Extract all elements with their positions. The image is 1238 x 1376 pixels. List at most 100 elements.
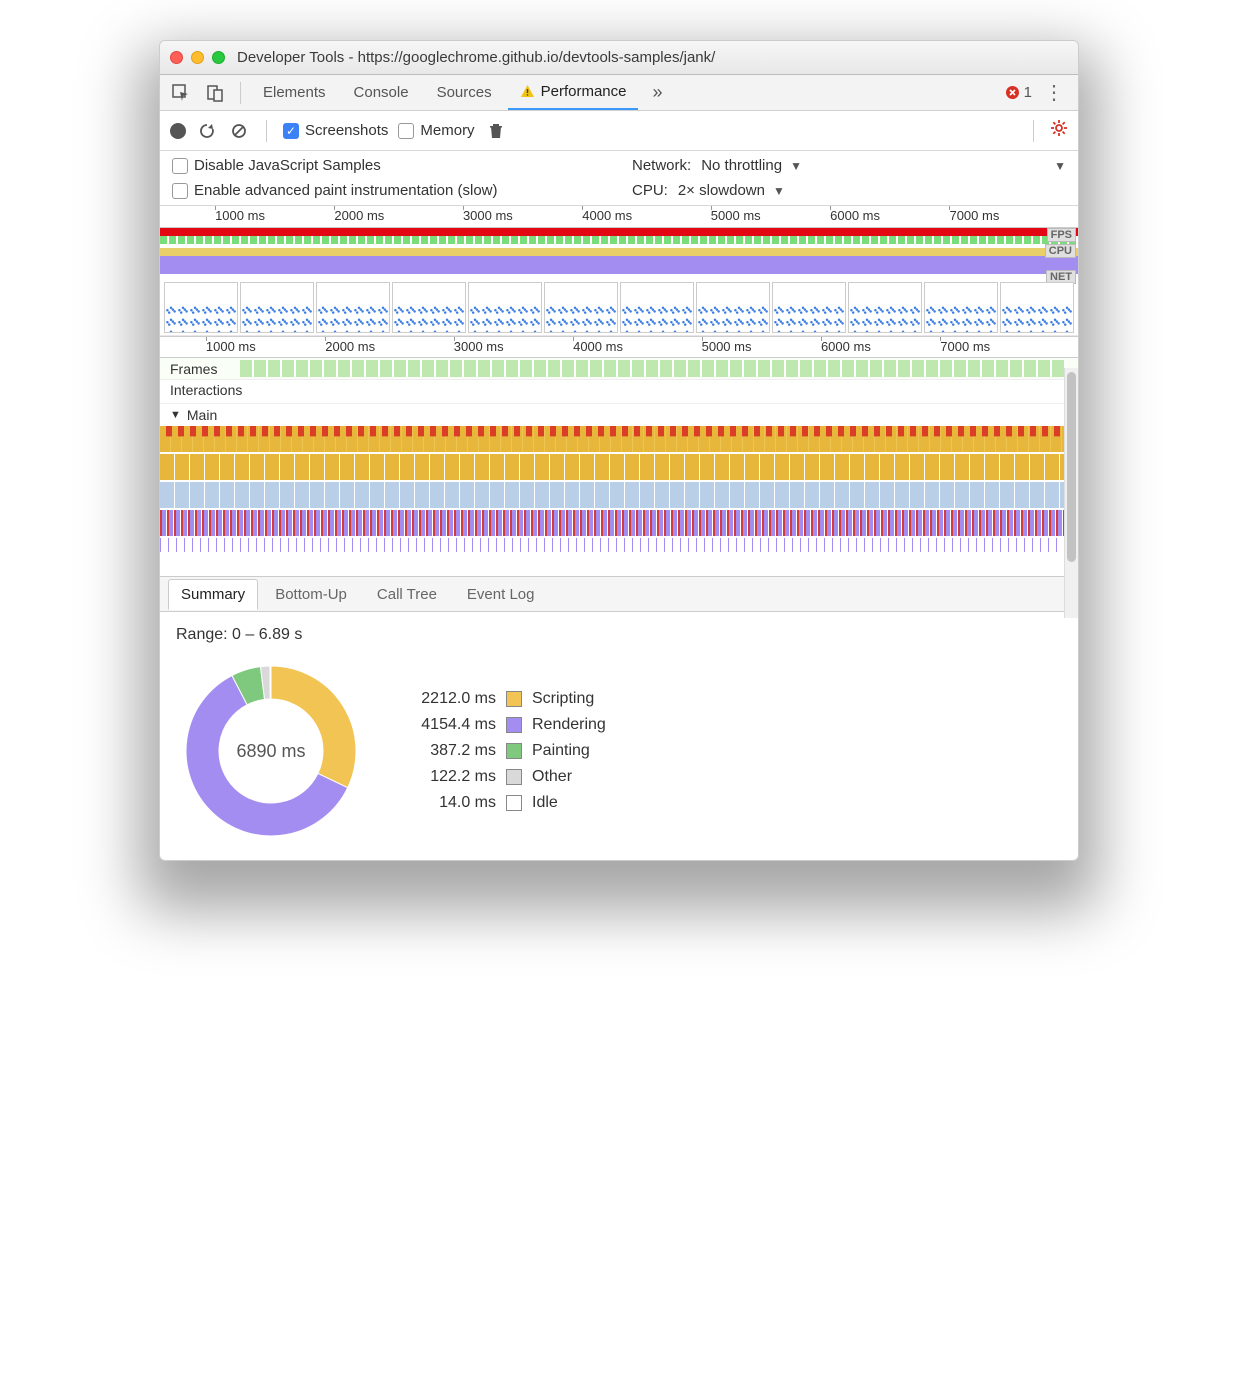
inspect-element-icon[interactable]	[166, 78, 196, 108]
disable-js-label: Disable JavaScript Samples	[194, 157, 381, 174]
frames-section[interactable]: Frames	[160, 358, 1078, 380]
main-label: Main	[187, 407, 217, 423]
cpu-overview-track: CPU	[160, 244, 1078, 274]
legend-swatch	[506, 795, 522, 811]
error-count: 1	[1024, 84, 1032, 101]
close-icon[interactable]	[170, 51, 183, 64]
ruler-tick: 2000 ms	[325, 339, 375, 354]
screenshot-thumbnail[interactable]	[392, 282, 466, 333]
fps-overview-track: FPS	[160, 228, 1078, 236]
flame-lane	[160, 454, 1078, 480]
legend-value: 4154.4 ms	[396, 716, 496, 734]
summary-tabbar: Summary Bottom-Up Call Tree Event Log	[160, 576, 1078, 612]
summary-panel: Range: 0 – 6.89 s 6890 ms 2212.0 msScrip…	[160, 612, 1078, 860]
tab-call-tree[interactable]: Call Tree	[364, 579, 450, 610]
divider	[266, 120, 267, 142]
flame-lane	[160, 482, 1078, 508]
screenshot-thumbnail[interactable]	[848, 282, 922, 333]
cpu-value: 2× slowdown	[678, 182, 765, 199]
network-throttling-dropdown[interactable]: No throttling ▼	[701, 157, 802, 174]
legend-label: Scripting	[532, 690, 594, 708]
clear-button[interactable]	[228, 120, 250, 142]
screenshots-strip[interactable]	[160, 280, 1078, 336]
more-tabs-icon[interactable]: »	[642, 78, 672, 108]
capture-settings-panel: Disable JavaScript Samples Network: No t…	[160, 151, 1078, 206]
divider	[1033, 120, 1034, 142]
tab-event-log[interactable]: Event Log	[454, 579, 548, 610]
warning-icon	[520, 84, 535, 99]
legend-value: 122.2 ms	[396, 768, 496, 786]
screenshot-thumbnail[interactable]	[240, 282, 314, 333]
maximize-icon[interactable]	[212, 51, 225, 64]
vertical-scrollbar[interactable]	[1064, 368, 1078, 618]
summary-legend: 2212.0 msScripting4154.4 msRendering387.…	[396, 690, 606, 812]
checkbox-unchecked-icon	[172, 158, 188, 174]
ruler-tick: 5000 ms	[711, 208, 761, 223]
reload-button[interactable]	[196, 120, 218, 142]
flame-lane	[160, 426, 1078, 452]
scrollbar-thumb[interactable]	[1067, 372, 1076, 562]
window-controls	[170, 51, 225, 64]
cpu-track-label: CPU	[1045, 244, 1076, 258]
tab-bottom-up[interactable]: Bottom-Up	[262, 579, 360, 610]
legend-swatch	[506, 769, 522, 785]
overview-ruler[interactable]: 1000 ms 2000 ms 3000 ms 4000 ms 5000 ms …	[160, 206, 1078, 228]
ruler-tick: 6000 ms	[830, 208, 880, 223]
legend-swatch	[506, 717, 522, 733]
screenshot-thumbnail[interactable]	[1000, 282, 1074, 333]
screenshot-thumbnail[interactable]	[924, 282, 998, 333]
screenshot-thumbnail[interactable]	[468, 282, 542, 333]
memory-label: Memory	[420, 122, 474, 139]
legend-swatch	[506, 691, 522, 707]
tab-summary[interactable]: Summary	[168, 579, 258, 610]
toggle-device-icon[interactable]	[200, 78, 230, 108]
screenshot-thumbnail[interactable]	[544, 282, 618, 333]
screenshot-thumbnail[interactable]	[164, 282, 238, 333]
legend-label: Other	[532, 768, 572, 786]
interactions-label: Interactions	[170, 382, 242, 398]
ruler-tick: 7000 ms	[949, 208, 999, 223]
screenshot-thumbnail[interactable]	[696, 282, 770, 333]
frames-bars	[240, 360, 1066, 377]
screenshot-thumbnail[interactable]	[772, 282, 846, 333]
legend-row: 122.2 ms Other	[396, 768, 606, 786]
checkbox-unchecked-icon	[172, 183, 188, 199]
interactions-section[interactable]: Interactions	[160, 380, 1078, 404]
capture-settings-button[interactable]	[1050, 119, 1068, 142]
advanced-paint-checkbox[interactable]: Enable advanced paint instrumentation (s…	[172, 182, 498, 199]
cpu-label: CPU:	[632, 182, 668, 199]
divider	[240, 82, 241, 104]
tab-elements[interactable]: Elements	[251, 75, 338, 110]
flame-lane	[160, 538, 1078, 552]
screenshot-thumbnail[interactable]	[620, 282, 694, 333]
ruler-tick: 3000 ms	[454, 339, 504, 354]
legend-label: Painting	[532, 742, 590, 760]
kebab-menu-icon[interactable]: ⋮	[1036, 80, 1072, 105]
error-count-badge[interactable]: 1	[1005, 84, 1032, 101]
detail-ruler[interactable]: 1000 ms 2000 ms 3000 ms 4000 ms 5000 ms …	[160, 336, 1078, 358]
chevron-down-icon: ▼	[773, 184, 785, 198]
cpu-throttling-dropdown[interactable]: 2× slowdown ▼	[678, 182, 785, 199]
main-section-header[interactable]: ▼ Main	[160, 404, 1078, 426]
screenshot-thumbnail[interactable]	[316, 282, 390, 333]
screenshots-checkbox[interactable]: ✓ Screenshots	[283, 122, 388, 139]
legend-row: 14.0 msIdle	[396, 794, 606, 812]
legend-swatch	[506, 743, 522, 759]
ruler-tick: 1000 ms	[206, 339, 256, 354]
minimize-icon[interactable]	[191, 51, 204, 64]
garbage-collect-button[interactable]	[485, 120, 507, 142]
record-button[interactable]	[170, 123, 186, 139]
flame-chart[interactable]	[160, 426, 1078, 576]
disable-js-samples-checkbox[interactable]: Disable JavaScript Samples	[172, 157, 381, 174]
memory-checkbox[interactable]: Memory	[398, 122, 474, 139]
legend-value: 2212.0 ms	[396, 690, 496, 708]
donut-total-label: 6890 ms	[176, 656, 366, 846]
chevron-down-icon: ▼	[1054, 159, 1066, 173]
ruler-tick: 4000 ms	[573, 339, 623, 354]
tab-sources[interactable]: Sources	[425, 75, 504, 110]
tab-console[interactable]: Console	[342, 75, 421, 110]
overview-panel[interactable]: FPS CPU NET	[160, 228, 1078, 280]
legend-value: 14.0 ms	[396, 794, 496, 812]
fps-bars	[160, 236, 1078, 244]
tab-performance[interactable]: Performance	[508, 75, 639, 110]
